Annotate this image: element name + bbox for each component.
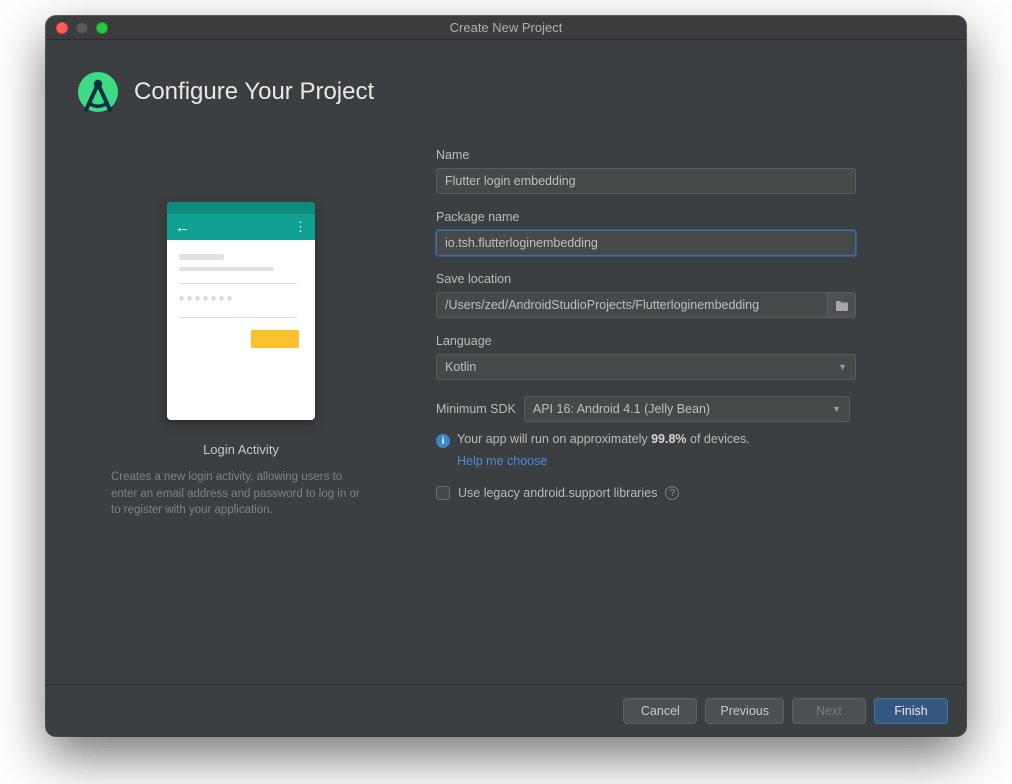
package-name-input[interactable]: io.tsh.flutterloginembedding	[436, 230, 856, 256]
template-description: Creates a new login activity, allowing u…	[111, 469, 371, 519]
save-location-input-value: /Users/zed/AndroidStudioProjects/Flutter…	[445, 298, 759, 312]
overflow-menu-icon: ⋮	[294, 219, 307, 235]
language-select-value: Kotlin	[445, 360, 476, 374]
info-text-percent: 99.8%	[651, 432, 686, 446]
package-name-label: Package name	[436, 210, 926, 224]
page-title: Configure Your Project	[134, 78, 374, 106]
info-icon: i	[436, 434, 450, 448]
save-location-label: Save location	[436, 272, 926, 286]
window-title: Create New Project	[46, 20, 966, 35]
device-coverage-info: i Your app will run on approximately 99.…	[436, 432, 926, 448]
help-icon[interactable]: ?	[665, 486, 679, 500]
minimum-sdk-select[interactable]: API 16: Android 4.1 (Jelly Bean) ▼	[524, 396, 850, 422]
template-name: Login Activity	[203, 442, 279, 457]
name-label: Name	[436, 148, 926, 162]
info-text-prefix: Your app will run on approximately	[457, 432, 651, 446]
template-preview-image: ← ⋮	[167, 202, 315, 420]
browse-folder-button[interactable]	[828, 292, 856, 318]
save-location-input[interactable]: /Users/zed/AndroidStudioProjects/Flutter…	[436, 292, 828, 318]
footer: Cancel Previous Next Finish	[46, 684, 966, 736]
minimum-sdk-label: Minimum SDK	[436, 402, 516, 416]
name-input[interactable]: Flutter login embedding	[436, 168, 856, 194]
titlebar: Create New Project	[46, 16, 966, 40]
dialog-window: Create New Project Configure Your Projec…	[46, 16, 966, 736]
chevron-down-icon: ▼	[832, 404, 841, 414]
finish-button[interactable]: Finish	[874, 698, 948, 724]
header: Configure Your Project	[46, 40, 966, 144]
language-select[interactable]: Kotlin ▼	[436, 354, 856, 380]
back-arrow-icon: ←	[175, 219, 190, 236]
previous-button[interactable]: Previous	[705, 698, 784, 724]
form-column: Name Flutter login embedding Package nam…	[436, 144, 926, 684]
info-text-suffix: of devices.	[687, 432, 750, 446]
legacy-libraries-label: Use legacy android.support libraries	[458, 486, 657, 500]
name-input-value: Flutter login embedding	[445, 174, 576, 188]
language-label: Language	[436, 334, 926, 348]
chevron-down-icon: ▼	[838, 362, 847, 372]
package-name-input-value: io.tsh.flutterloginembedding	[445, 236, 598, 250]
minimum-sdk-select-value: API 16: Android 4.1 (Jelly Bean)	[533, 402, 710, 416]
help-me-choose-link[interactable]: Help me choose	[457, 454, 547, 468]
next-button: Next	[792, 698, 866, 724]
cancel-button[interactable]: Cancel	[623, 698, 697, 724]
template-preview-column: ← ⋮ Login Activity Creates a new login a…	[86, 144, 396, 684]
body: ← ⋮ Login Activity Creates a new login a…	[46, 144, 966, 684]
legacy-libraries-checkbox[interactable]	[436, 486, 450, 500]
folder-icon	[835, 299, 849, 311]
android-studio-logo-icon	[76, 70, 120, 114]
